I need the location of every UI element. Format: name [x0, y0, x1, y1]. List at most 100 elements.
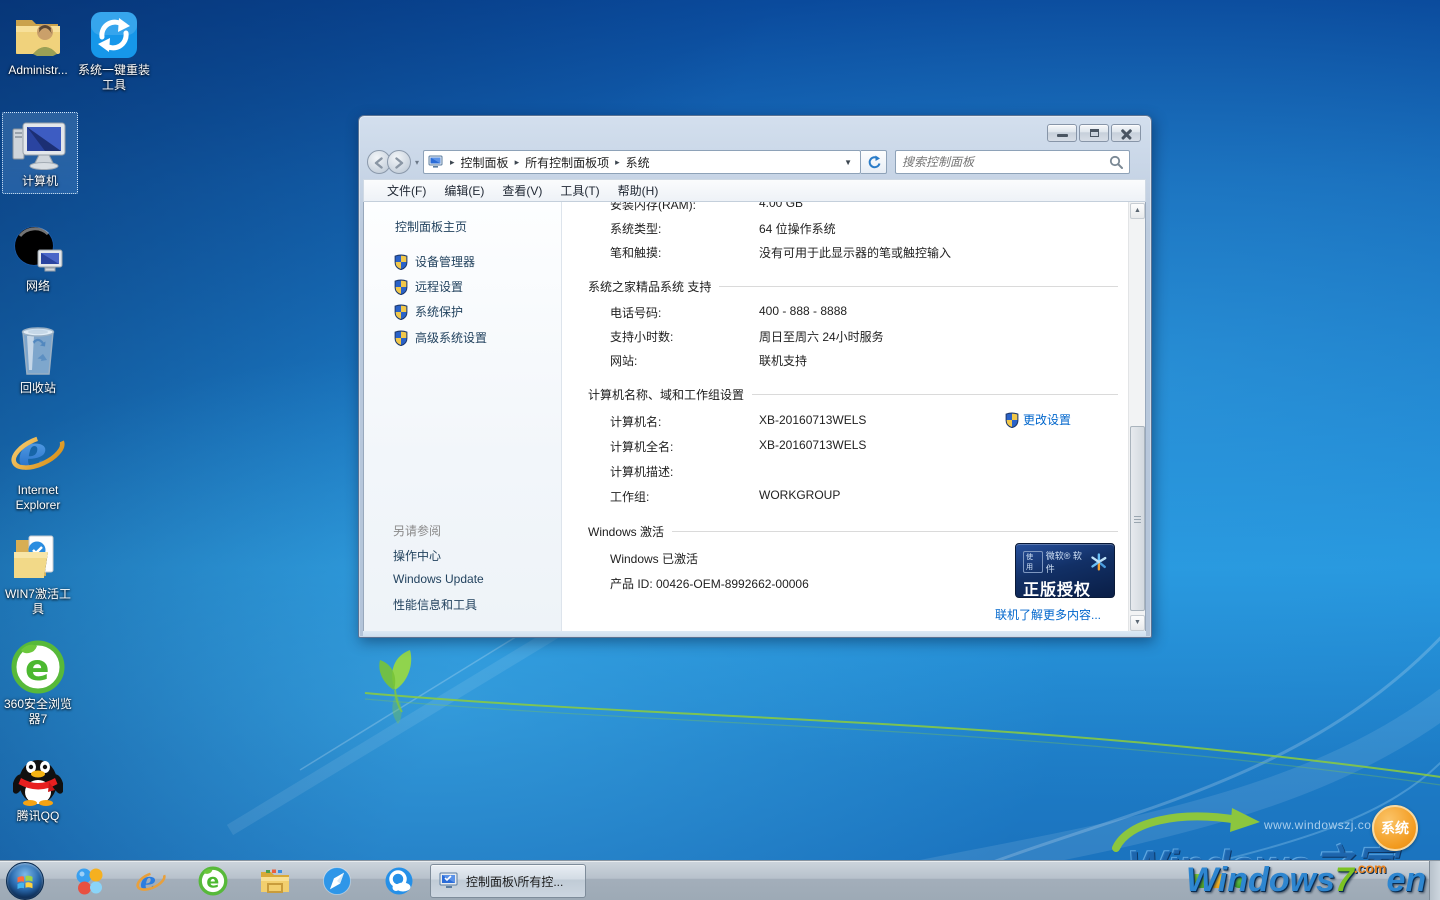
section-rule	[719, 286, 1118, 287]
scroll-up-button[interactable]: ▲	[1130, 203, 1145, 219]
system-page-icon	[428, 155, 444, 169]
desktop-icon-qq[interactable]: 腾讯QQ	[0, 752, 76, 824]
reinstall-tool-icon	[76, 6, 152, 60]
menu-view[interactable]: 查看(V)	[493, 180, 551, 201]
product-id: 产品 ID: 00426-OEM-8992662-00006	[610, 575, 809, 592]
breadcrumb-item-system[interactable]: 系统	[626, 154, 650, 171]
workgroup-label: 工作组:	[610, 488, 649, 505]
genuine-star-icon	[1090, 553, 1108, 571]
vertical-scrollbar[interactable]: ▲ ▼	[1128, 202, 1145, 632]
computer-fullname-label: 计算机全名:	[610, 438, 673, 455]
window-titlebar[interactable]	[359, 116, 1151, 146]
menu-file[interactable]: 文件(F)	[378, 180, 435, 201]
sidebar-item-advanced-settings[interactable]: 高级系统设置	[394, 329, 487, 346]
taskbar-item-windows-explorer[interactable]	[244, 861, 306, 900]
desktop-icon-label: WIN7激活工具	[0, 587, 76, 617]
menu-tools[interactable]: 工具(T)	[551, 180, 608, 201]
recycle-bin-icon	[0, 324, 76, 378]
uac-shield-icon	[394, 304, 408, 320]
maximize-icon	[1090, 129, 1099, 137]
support-hours-value: 周日至周六 24小时服务	[759, 328, 884, 345]
desktop-icon-computer[interactable]: 计算机	[2, 112, 78, 194]
change-settings-label[interactable]: 更改设置	[1023, 411, 1071, 428]
close-button[interactable]	[1111, 124, 1141, 142]
scroll-down-button[interactable]: ▼	[1130, 615, 1145, 631]
taskbar-watermark: Windows7.comen	[1186, 860, 1426, 900]
desktop-icon-network[interactable]: 网络	[0, 222, 76, 294]
search-input[interactable]	[902, 155, 1109, 169]
watermark-bubble: 系统	[1372, 805, 1418, 851]
svg-text:e: e	[206, 871, 219, 893]
desktop-icon-administrator[interactable]: Administr...	[0, 6, 76, 78]
desktop-icon-360-browser[interactable]: e 360安全浏览器7	[0, 640, 76, 727]
workgroup-value: WORKGROUP	[759, 488, 840, 502]
explorer-folder-icon	[259, 868, 291, 894]
desktop-icon-win7-activate-tool[interactable]: WIN7激活工具	[0, 530, 76, 617]
sidebar-item-label: 设备管理器	[415, 253, 475, 270]
see-also-header: 另请参阅	[393, 522, 441, 539]
computer-icon	[3, 117, 77, 171]
nav-history-dropdown-icon[interactable]: ▾	[415, 158, 419, 167]
computer-name-value: XB-20160713WELS	[759, 413, 866, 427]
scrollbar-thumb[interactable]	[1130, 426, 1145, 611]
minimize-button[interactable]	[1047, 124, 1077, 142]
sidebar-item-control-panel-home[interactable]: 控制面板主页	[395, 218, 467, 235]
breadcrumb[interactable]: ▸ 控制面板 ▸ 所有控制面板项 ▸ 系统 ▼	[423, 150, 861, 174]
desktop-icon-recycle-bin[interactable]: 回收站	[0, 324, 76, 396]
taskbar-item-compass-browser[interactable]	[306, 861, 368, 900]
breadcrumb-item-all-items[interactable]: 所有控制面板项	[525, 154, 609, 171]
breadcrumb-item-control-panel[interactable]: 控制面板	[461, 154, 509, 171]
taskbar-item-qq-browser[interactable]	[368, 861, 430, 900]
sidebar-item-device-manager[interactable]: 设备管理器	[394, 253, 475, 270]
uac-shield-icon	[1005, 412, 1019, 428]
refresh-button[interactable]	[861, 150, 887, 174]
taskbar-item-internet-explorer[interactable]: e	[120, 861, 182, 900]
desktop-icon-reinstall-tool[interactable]: 系统一键重装工具	[76, 6, 152, 93]
system-window: ▾ ▸ 控制面板 ▸ 所有控制面板项 ▸ 系统 ▼	[358, 115, 1152, 638]
sidebar-item-remote-settings[interactable]: 远程设置	[394, 278, 463, 295]
sidebar-item-windows-update[interactable]: Windows Update	[393, 572, 484, 586]
ram-value: 4.00 GB	[759, 202, 803, 210]
360-browser-icon: e	[0, 640, 76, 694]
search-icon[interactable]	[1109, 155, 1123, 169]
online-support-link[interactable]: 联机支持	[759, 352, 807, 369]
svg-text:e: e	[25, 648, 49, 689]
windows-flag-icon	[14, 870, 36, 892]
desktop: Administr... 系统一键重装工具	[0, 0, 1440, 900]
desktop-icon-label: Administr...	[0, 63, 76, 78]
section-rule	[672, 531, 1118, 532]
sidebar-item-action-center[interactable]: 操作中心	[393, 547, 441, 564]
sidebar-item-system-protection[interactable]: 系统保护	[394, 303, 463, 320]
win7-tool-folder-icon	[0, 530, 76, 584]
change-settings-link[interactable]: 更改设置	[1005, 411, 1071, 428]
forward-button[interactable]	[387, 150, 411, 174]
menu-help[interactable]: 帮助(H)	[609, 180, 668, 201]
sidebar-item-performance-tools[interactable]: 性能信息和工具	[393, 596, 477, 613]
ram-label: 安装内存(RAM):	[610, 202, 696, 213]
pen-touch-value: 没有可用于此显示器的笔或触控输入	[759, 244, 951, 261]
maximize-button[interactable]	[1079, 124, 1109, 142]
menu-edit[interactable]: 编辑(E)	[435, 180, 493, 201]
scroll-up-icon: ▲	[1134, 207, 1141, 214]
computer-description-label: 计算机描述:	[610, 463, 673, 480]
window-body: 控制面板主页 设备管理器	[363, 202, 1146, 633]
website-label: 网站:	[610, 352, 637, 369]
taskbar-item-360-browser[interactable]: e	[182, 861, 244, 900]
pen-touch-label: 笔和触摸:	[610, 244, 661, 261]
show-desktop-button[interactable]	[1429, 861, 1440, 900]
system-type-value: 64 位操作系统	[759, 220, 836, 237]
badge-line2: 正版授权	[1016, 575, 1114, 598]
section-rule	[752, 394, 1118, 395]
internet-explorer-icon: e	[0, 426, 76, 480]
start-button[interactable]	[6, 862, 44, 900]
learn-more-online-link[interactable]: 联机了解更多内容...	[995, 606, 1101, 623]
search-box[interactable]	[895, 150, 1130, 174]
forward-arrow-icon	[393, 157, 405, 169]
desktop-icon-internet-explorer[interactable]: e Internet Explorer	[0, 426, 76, 513]
control-panel-window-icon	[439, 872, 459, 890]
desktop-icon-label: 计算机	[3, 174, 77, 189]
taskbar-active-task-control-panel[interactable]: 控制面板\所有控...	[430, 864, 586, 898]
breadcrumb-dropdown-icon[interactable]: ▼	[840, 158, 856, 167]
taskbar-item-360-safe[interactable]	[58, 861, 120, 900]
system-content: 安装内存(RAM): 4.00 GB 系统类型: 64 位操作系统 笔和触摸: …	[562, 202, 1145, 632]
